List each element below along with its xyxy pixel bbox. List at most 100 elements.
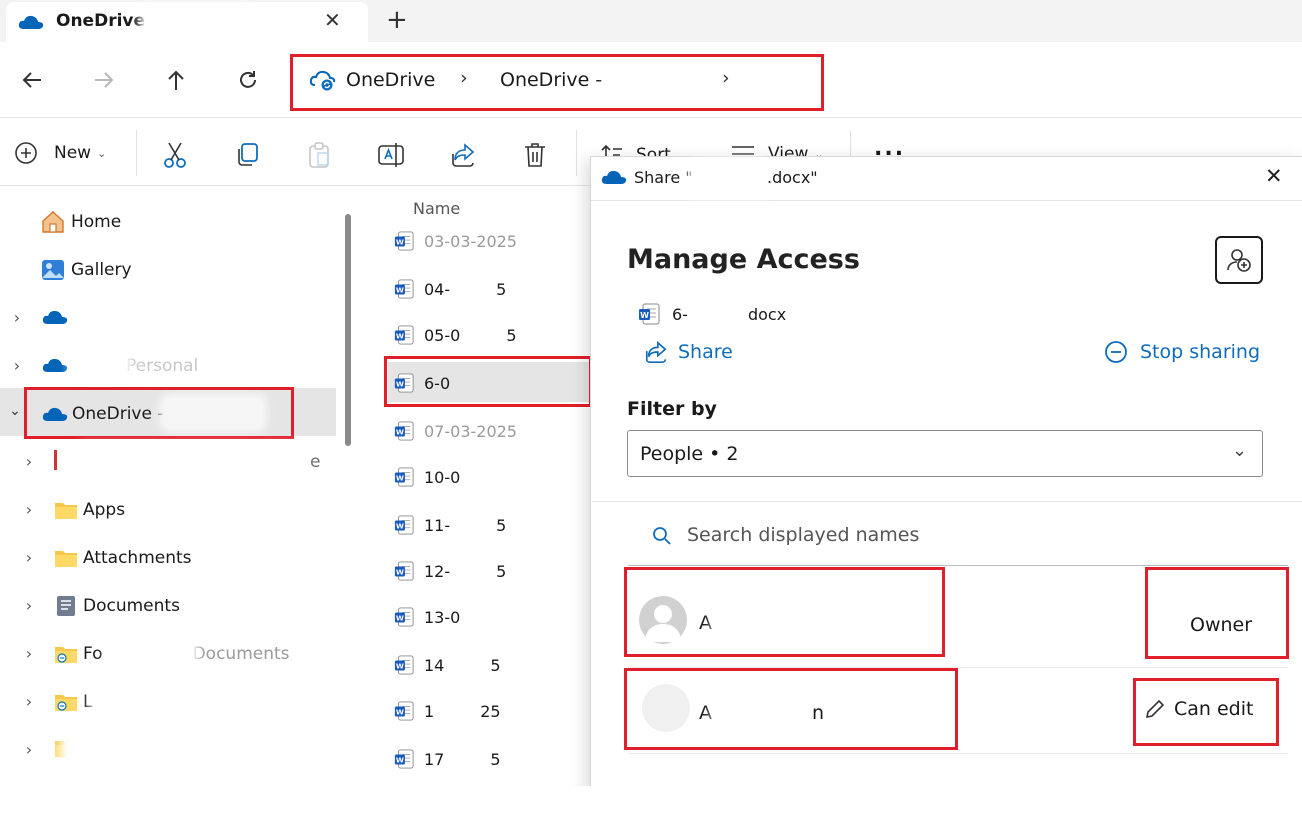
share-link-button[interactable]: Share <box>644 340 733 364</box>
new-button[interactable]: New ⌄ <box>14 140 106 166</box>
svg-text:W: W <box>396 522 404 531</box>
word-file-icon: W <box>394 279 414 299</box>
file-name: 03-03-2025 <box>424 231 517 251</box>
scissors-icon <box>164 142 186 168</box>
refresh-button[interactable] <box>228 60 268 100</box>
chevron-right-icon[interactable]: › <box>22 644 36 663</box>
svg-text:W: W <box>396 286 404 295</box>
add-people-button[interactable] <box>1215 236 1263 284</box>
chevron-down-icon: ⌄ <box>1232 440 1248 461</box>
back-button[interactable] <box>12 60 52 100</box>
redacted-block <box>695 165 765 191</box>
folder-icon <box>55 503 77 519</box>
new-tab-button[interactable]: + <box>386 5 408 35</box>
plus-circle-icon <box>15 142 37 164</box>
file-name: 13-0 <box>424 607 461 627</box>
redacted-block <box>80 450 300 474</box>
word-file-icon: W <box>394 515 414 535</box>
file-row[interactable]: W 1 25 <box>394 696 501 726</box>
svg-text:W: W <box>396 238 404 247</box>
clipboard-icon <box>309 142 329 168</box>
file-row[interactable]: W 07-03-2025 <box>394 416 563 446</box>
chevron-right-icon[interactable]: › <box>10 308 24 327</box>
paste-button[interactable] <box>302 138 336 172</box>
highlight-onedrive-sidebar <box>24 387 294 439</box>
chevron-right-icon[interactable]: › <box>10 356 24 375</box>
up-button[interactable] <box>156 60 196 100</box>
cut-button[interactable] <box>158 138 192 172</box>
redacted-block <box>76 352 124 378</box>
file-name-tail: 5 <box>496 515 507 535</box>
file-row[interactable]: W 03-03-2025 <box>394 226 563 256</box>
file-row[interactable]: W 04- 5 <box>394 274 506 304</box>
file-row[interactable]: W 10-0 <box>394 462 506 492</box>
sidebar-item-label: Gallery <box>71 260 132 280</box>
filter-dropdown[interactable]: People • 2 ⌄ <box>627 430 1263 477</box>
svg-text:W: W <box>396 614 404 623</box>
stop-sharing-button[interactable]: Stop sharing <box>1104 340 1260 364</box>
file-name: 05-0 <box>424 325 461 345</box>
divider <box>592 501 1302 502</box>
column-header-name[interactable]: Name <box>413 199 460 218</box>
chevron-right-icon[interactable]: › <box>22 452 36 471</box>
rename-button[interactable] <box>374 138 408 172</box>
highlight-owner-name <box>624 567 945 657</box>
manage-access-heading: Manage Access <box>627 244 860 275</box>
search-placeholder: Search displayed names <box>687 524 920 546</box>
file-row[interactable]: W 14 5 <box>394 650 501 680</box>
highlight-owner-role <box>1145 567 1289 659</box>
sidebar-item-label: Fo <box>83 644 103 664</box>
sidebar-item-personal[interactable]: Personal <box>126 356 198 376</box>
file-row[interactable]: W 11- 5 <box>394 510 506 540</box>
search-names-input[interactable]: Search displayed names <box>628 518 1288 566</box>
stop-sharing-label: Stop sharing <box>1140 341 1261 363</box>
sidebar-item-home[interactable]: Home <box>40 202 121 242</box>
forward-button[interactable] <box>84 60 124 100</box>
chevron-right-icon[interactable]: › <box>22 548 36 567</box>
chevron-right-icon[interactable]: › <box>22 596 36 615</box>
close-tab-icon[interactable]: ✕ <box>324 8 341 32</box>
file-row[interactable]: W 17 5 <box>394 744 501 774</box>
file-name: 07-03-2025 <box>424 421 517 441</box>
home-icon <box>42 211 64 233</box>
sidebar-item-e[interactable]: e <box>310 452 320 472</box>
onedrive-cloud-icon[interactable] <box>42 309 68 325</box>
chevron-down-icon: ⌄ <box>97 146 107 160</box>
file-name: 11- <box>424 515 451 535</box>
sidebar-item-label: Apps <box>83 500 126 520</box>
onedrive-cloud-icon <box>18 15 44 29</box>
file-row[interactable]: W 12- 5 <box>394 556 506 586</box>
sidebar-item-documents[interactable]: Documents <box>56 586 180 626</box>
share-toolbar-button[interactable] <box>446 138 480 172</box>
dialog-title-end: .docx" <box>767 168 818 187</box>
chevron-right-icon[interactable]: › <box>22 740 36 759</box>
chevron-right-icon[interactable]: › <box>22 500 36 519</box>
delete-button[interactable] <box>518 138 552 172</box>
sidebar-item-gallery[interactable]: Gallery <box>40 250 132 290</box>
file-name-tail: 5 <box>496 279 507 299</box>
share-icon <box>452 143 475 167</box>
tab-onedrive[interactable]: OneDrive - ✕ <box>6 2 368 42</box>
tab-bar: OneDrive - ✕ + <box>0 0 1302 42</box>
file-row[interactable]: W 13-0 <box>394 602 506 632</box>
chevron-down-icon[interactable]: ⌄ <box>8 403 22 419</box>
file-row[interactable]: W 05-0 5 <box>394 320 517 350</box>
arrow-right-icon <box>95 72 114 88</box>
toolbar-divider <box>576 130 577 176</box>
file-name-tail: 25 <box>480 701 501 721</box>
add-person-icon <box>1227 249 1251 272</box>
chevron-right-icon[interactable]: › <box>22 692 36 711</box>
file-name-tail: 5 <box>490 655 501 675</box>
file-name: 12- <box>424 561 451 581</box>
sidebar-item-attachments[interactable]: Attachments <box>54 538 192 578</box>
copy-button[interactable] <box>230 138 264 172</box>
sidebar-item-l[interactable]: L <box>54 682 92 722</box>
dialog-titlebar: Share " .docx" ✕ <box>591 157 1302 201</box>
share-label: Share <box>678 341 733 363</box>
file-name-tail: 5 <box>496 561 507 581</box>
sidebar-scrollbar[interactable] <box>345 214 351 446</box>
close-icon[interactable]: ✕ <box>1265 164 1283 188</box>
word-file-icon: W <box>394 701 414 721</box>
file-name-tail: 5 <box>506 325 517 345</box>
sidebar-item-apps[interactable]: Apps <box>54 490 125 530</box>
